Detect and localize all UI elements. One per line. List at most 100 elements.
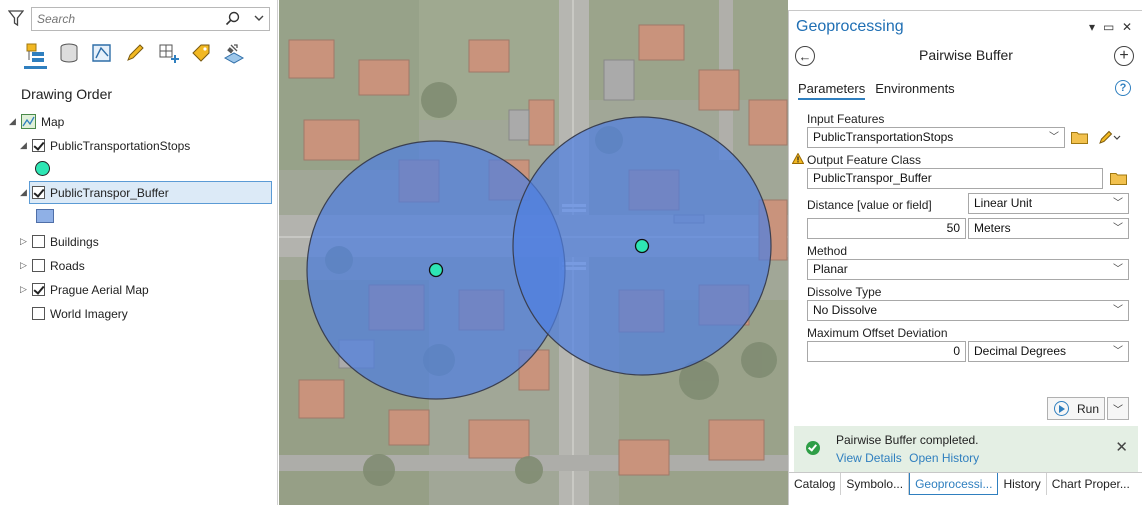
search-icon[interactable] bbox=[225, 11, 241, 27]
input-features-value: PublicTransportationStops bbox=[813, 130, 954, 144]
collapse-triangle-icon[interactable]: ◢ bbox=[20, 141, 28, 150]
distance-type-dropdown[interactable]: Linear Unit ﹀ bbox=[968, 193, 1129, 214]
dissolve-type-value: No Dissolve bbox=[813, 303, 878, 317]
completion-message: Pairwise Buffer completed. View Details … bbox=[794, 426, 1138, 472]
max-offset-unit-value: Decimal Degrees bbox=[974, 344, 1067, 358]
method-value: Planar bbox=[813, 262, 848, 276]
run-button[interactable]: Run bbox=[1047, 397, 1105, 420]
list-by-editing-icon bbox=[126, 43, 144, 61]
layer-visibility-checkbox[interactable] bbox=[32, 235, 45, 248]
collapse-triangle-icon[interactable]: ◢ bbox=[9, 117, 17, 126]
max-offset-value: 0 bbox=[953, 344, 960, 358]
max-offset-unit-dropdown[interactable]: Decimal Degrees ﹀ bbox=[968, 341, 1129, 362]
add-button[interactable]: + bbox=[1114, 46, 1134, 66]
layer-item-buildings[interactable]: ▷ Buildings bbox=[0, 230, 278, 253]
list-by-selection-icon bbox=[91, 43, 111, 62]
map-view[interactable] bbox=[279, 0, 788, 505]
close-icon[interactable]: ✕ bbox=[1115, 438, 1128, 456]
search-input[interactable] bbox=[32, 8, 212, 30]
close-icon[interactable]: ✕ bbox=[1122, 20, 1132, 34]
polygon-symbol-swatch[interactable] bbox=[36, 209, 54, 223]
list-by-perspective-imagery-button[interactable] bbox=[220, 39, 247, 66]
point-symbol-swatch[interactable] bbox=[35, 161, 50, 176]
layer-label: Buildings bbox=[50, 234, 99, 249]
folder-icon[interactable] bbox=[1110, 172, 1127, 185]
layer-item-prague-aerial-map[interactable]: ▷ Prague Aerial Map bbox=[0, 278, 278, 301]
layer-item-publictranspor-buffer[interactable]: ◢ PublicTranspor_Buffer bbox=[0, 181, 278, 204]
tab-symbology[interactable]: Symbolo... bbox=[841, 473, 910, 495]
play-icon bbox=[1054, 401, 1069, 416]
layer-label: PublicTranspor_Buffer bbox=[50, 185, 169, 200]
method-dropdown[interactable]: Planar ﹀ bbox=[807, 259, 1129, 280]
layer-visibility-checkbox[interactable] bbox=[32, 139, 45, 152]
run-label: Run bbox=[1077, 401, 1100, 416]
layer-label: Roads bbox=[50, 258, 85, 273]
run-options-button[interactable]: ﹀ bbox=[1107, 397, 1129, 420]
aerial-imagery bbox=[279, 0, 788, 505]
tab-catalog[interactable]: Catalog bbox=[789, 473, 842, 495]
expand-triangle-icon[interactable]: ▷ bbox=[20, 261, 28, 270]
distance-value-input[interactable]: 50 bbox=[807, 218, 966, 239]
layer-label: World Imagery bbox=[50, 306, 128, 321]
chevron-down-icon: ﹀ bbox=[1113, 198, 1123, 209]
list-by-source-button[interactable] bbox=[55, 39, 82, 66]
transportation-stop-point[interactable] bbox=[428, 262, 444, 278]
tab-geoprocessing[interactable]: Geoprocessi... bbox=[909, 473, 999, 495]
collapse-triangle-icon[interactable]: ◢ bbox=[20, 188, 28, 197]
maximize-icon[interactable]: ▭ bbox=[1103, 20, 1114, 34]
layer-item-roads[interactable]: ▷ Roads bbox=[0, 254, 278, 277]
chevron-down-icon: ﹀ bbox=[1113, 346, 1123, 357]
layer-label: PublicTransportationStops bbox=[50, 138, 191, 153]
list-by-labeling-button[interactable] bbox=[187, 39, 214, 66]
output-feature-class-input[interactable]: PublicTranspor_Buffer bbox=[807, 168, 1103, 189]
filter-icon[interactable] bbox=[8, 9, 24, 27]
max-offset-deviation-label: Maximum Offset Deviation bbox=[807, 326, 948, 340]
geoprocessing-pane: Geoprocessing ▾ ▭ ✕ ← Pairwise Buffer + … bbox=[788, 10, 1142, 505]
warning-icon[interactable] bbox=[792, 153, 804, 164]
layer-item-world-imagery[interactable]: World Imagery bbox=[0, 302, 278, 325]
chevron-down-icon: ﹀ bbox=[1049, 132, 1059, 143]
input-features-label: Input Features bbox=[807, 112, 885, 126]
list-by-drawing-order-button[interactable] bbox=[22, 39, 49, 69]
search-box[interactable] bbox=[31, 7, 270, 31]
contents-toolbar bbox=[22, 39, 247, 69]
tab-chart-properties[interactable]: Chart Proper... bbox=[1047, 473, 1135, 495]
tab-history[interactable]: History bbox=[998, 473, 1047, 495]
input-features-dropdown[interactable]: PublicTransportationStops ﹀ bbox=[807, 127, 1065, 148]
dissolve-type-dropdown[interactable]: No Dissolve ﹀ bbox=[807, 300, 1129, 321]
plus-icon: + bbox=[1119, 47, 1129, 64]
pane-title: Geoprocessing bbox=[796, 18, 904, 35]
layer-visibility-checkbox[interactable] bbox=[32, 259, 45, 272]
drawing-order-heading: Drawing Order bbox=[21, 86, 113, 102]
max-offset-value-input[interactable]: 0 bbox=[807, 341, 966, 362]
tree-item-map[interactable]: ◢ Map bbox=[0, 110, 278, 133]
chevron-down-icon[interactable] bbox=[254, 13, 264, 23]
layer-visibility-checkbox[interactable] bbox=[32, 307, 45, 320]
transportation-stop-point[interactable] bbox=[634, 238, 650, 254]
view-details-link[interactable]: View Details bbox=[836, 451, 902, 465]
folder-icon[interactable] bbox=[1071, 131, 1088, 144]
tool-tabs: Parameters Environments bbox=[798, 81, 955, 100]
expand-triangle-icon[interactable]: ▷ bbox=[20, 285, 28, 294]
tab-environments[interactable]: Environments bbox=[875, 81, 954, 100]
method-label: Method bbox=[807, 244, 848, 258]
distance-unit-dropdown[interactable]: Meters ﹀ bbox=[968, 218, 1129, 239]
list-by-snapping-button[interactable] bbox=[154, 39, 181, 66]
success-check-icon bbox=[806, 441, 820, 455]
layer-visibility-checkbox[interactable] bbox=[32, 186, 45, 199]
pane-tabs: Catalog Symbolo... Geoprocessi... Histor… bbox=[789, 472, 1142, 495]
chevron-down-icon: ﹀ bbox=[1113, 305, 1123, 316]
distance-unit-value: Meters bbox=[974, 221, 1011, 235]
open-history-link[interactable]: Open History bbox=[909, 451, 979, 465]
list-by-selection-button[interactable] bbox=[88, 39, 115, 66]
layer-visibility-checkbox[interactable] bbox=[32, 283, 45, 296]
edit-pencil-icon[interactable] bbox=[1098, 129, 1122, 145]
chevron-down-icon: ﹀ bbox=[1113, 405, 1123, 416]
expand-triangle-icon[interactable]: ▷ bbox=[20, 237, 28, 246]
tab-parameters[interactable]: Parameters bbox=[798, 81, 866, 100]
layer-label: Prague Aerial Map bbox=[50, 282, 149, 297]
layer-item-publictransportationstops[interactable]: ◢ PublicTransportationStops bbox=[0, 134, 278, 157]
list-by-editing-button[interactable] bbox=[121, 39, 148, 66]
pane-options-icon[interactable]: ▾ bbox=[1089, 20, 1095, 34]
help-icon[interactable]: ? bbox=[1115, 80, 1131, 96]
